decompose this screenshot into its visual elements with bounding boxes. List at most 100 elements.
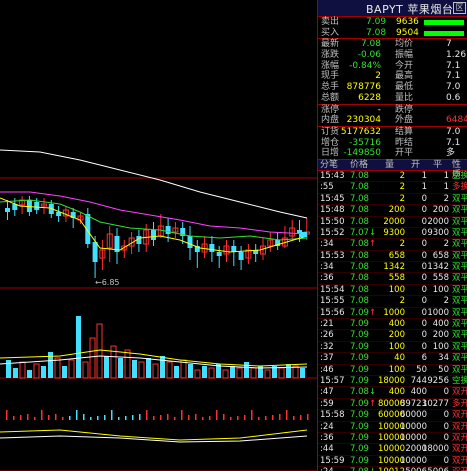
volume-bar — [54, 357, 61, 379]
tick-row[interactable]: :597.09↑800008972310277多开 — [318, 398, 467, 411]
quote-value-right: 7.1 — [446, 71, 461, 82]
tick-open: 744 — [410, 375, 427, 386]
kline-chart-svg[interactable] — [0, 0, 317, 471]
volume-bar — [6, 360, 11, 378]
tick-row[interactable]: :447.0910000200018000双开 — [318, 444, 467, 456]
tick-row[interactable]: :247.0910000100000双开 — [318, 422, 467, 433]
quote-label-right: 开平 — [395, 148, 414, 159]
tick-open: 10000 — [399, 421, 427, 432]
volume-bar — [300, 368, 305, 378]
volume-bar — [194, 369, 201, 379]
tick-price: 7.08 — [350, 216, 369, 227]
tick-time: 15:48 — [320, 205, 345, 216]
indicator-bar — [181, 410, 183, 420]
tick-time: 15:55 — [320, 296, 345, 307]
tick-row[interactable]: :247.08↓1001250065006双开 — [318, 467, 467, 471]
tick-close: 2 — [443, 296, 449, 307]
tick-volume: 2 — [399, 182, 405, 193]
tick-time: :36 — [320, 432, 334, 443]
tick-volume: 100 — [388, 341, 405, 352]
tick-nature: 双开 — [452, 410, 467, 421]
tick-open: 0 — [421, 341, 427, 352]
quote-value-right: 1.26 — [446, 50, 467, 61]
tick-price: 7.08 — [350, 182, 369, 193]
quote-label-right: 昨结 — [395, 137, 414, 148]
tick-nature: 双平 — [452, 227, 467, 238]
indicator-bar — [223, 414, 225, 420]
tick-volume: 1342 — [383, 262, 405, 273]
tick-row[interactable]: :557.08211多换 — [318, 182, 467, 194]
tick-open: 10000 — [399, 455, 427, 466]
tick-row[interactable]: 15:437.08211空换 — [318, 171, 467, 183]
indicator-bar — [279, 414, 281, 420]
tick-row[interactable]: 15:487.082000200双平 — [318, 205, 467, 217]
tick-row[interactable]: 15:597.0910000100000双开 — [318, 455, 467, 468]
tick-close: 2 — [443, 193, 449, 204]
tick-price: 7.08 — [350, 262, 369, 273]
volume-bar — [82, 361, 89, 379]
quote-label-left: 最新 — [321, 39, 340, 50]
quote-row: 总手 878776 最低 7.0 — [318, 82, 467, 93]
indicator-bar — [146, 410, 148, 420]
tick-close: 100 — [432, 284, 449, 295]
volume-bar — [152, 363, 159, 379]
kline-chart-area[interactable]: ←6.85 — [0, 0, 317, 471]
quote-label-left: 涨跌 — [321, 50, 340, 61]
quote-value-right: 7 — [446, 39, 452, 50]
indicator-line-2 — [0, 435, 308, 443]
tick-row[interactable]: 15:57 7.09 18000 7449256空换 — [318, 375, 467, 388]
tick-volume: 200 — [388, 205, 405, 216]
tick-row[interactable]: 15:537.086580658双平 — [318, 250, 467, 263]
tick-open: 0 — [421, 262, 427, 273]
tick-row[interactable]: 15:587.0960000600000双开 — [318, 410, 467, 422]
quote-label-right: 外盘 — [395, 115, 414, 126]
indicator-bar — [104, 415, 106, 420]
candle-body — [238, 252, 244, 260]
tick-row[interactable]: 15:547.081000100双平 — [318, 284, 467, 297]
indicator-bar — [188, 415, 190, 420]
tick-row[interactable]: :467.091005050双平 — [318, 365, 467, 376]
tick-volume: 400 — [388, 319, 405, 330]
tick-row[interactable]: :347.08134201342双平 — [318, 262, 467, 274]
quote-label-left: 日增 — [321, 148, 340, 159]
tick-nature: 双平 — [452, 284, 467, 295]
tick-row[interactable]: :347.08↑202双平 — [318, 239, 467, 251]
tick-list[interactable]: 15:437.08211空换:557.08211多换15:457.08202双平… — [318, 171, 467, 471]
quote-value-right: 多 — [446, 148, 456, 159]
tick-time: :34 — [320, 239, 334, 250]
quote-value-right: 64847 — [446, 115, 467, 126]
tick-row[interactable]: :47 7.08↓ 400 400 0双开 — [318, 387, 467, 399]
tick-volume: 2000 — [383, 216, 405, 227]
tick-nature: 双平 — [452, 296, 467, 307]
tick-row[interactable]: 15:527.07↓930009300双平 — [318, 227, 467, 240]
tick-row[interactable]: 15:457.08202双平 — [318, 193, 467, 206]
tick-nature: 双平 — [452, 353, 467, 364]
tick-row[interactable]: :37 7.09 40 6 34双平 — [318, 353, 467, 365]
indicator-bar — [76, 410, 78, 420]
tick-row[interactable]: :217.094000400双平 — [318, 319, 467, 331]
tick-arrow-icon: ↓ — [369, 387, 377, 398]
tick-row[interactable]: :367.085580558双平 — [318, 273, 467, 285]
indicator-bar — [62, 417, 64, 420]
quote-row: 日增 -149850 开平 多 — [318, 148, 467, 159]
tick-row[interactable]: 15:507.08200002000双平 — [318, 217, 467, 228]
volume-bar — [104, 356, 109, 378]
quote-value-left: 2 — [375, 71, 381, 82]
tick-volume: 40 — [394, 353, 405, 364]
panel-switch-button[interactable]: 区 — [453, 2, 466, 14]
tick-time: :44 — [320, 444, 334, 455]
tick-row[interactable]: :267.092000200双平 — [318, 330, 467, 342]
indicator-bar — [300, 415, 302, 420]
tick-volume: 658 — [388, 250, 405, 261]
quote-value-left: 7.08 — [360, 39, 381, 50]
tick-price: 7.08 — [350, 296, 369, 307]
tick-row[interactable]: :327.091000100双平 — [318, 341, 467, 354]
tick-row[interactable]: 15:557.08202双平 — [318, 296, 467, 308]
tick-nature: 多开 — [452, 398, 467, 409]
indicator-bar — [118, 417, 120, 420]
tick-row[interactable]: 15:567.09↑100001000双平 — [318, 308, 467, 320]
quote-value-left: 878776 — [346, 82, 381, 93]
tick-close: 9300 — [427, 227, 449, 238]
tick-row[interactable]: :367.0910000100000双开 — [318, 432, 467, 445]
tick-price: 7.08 — [350, 467, 369, 471]
